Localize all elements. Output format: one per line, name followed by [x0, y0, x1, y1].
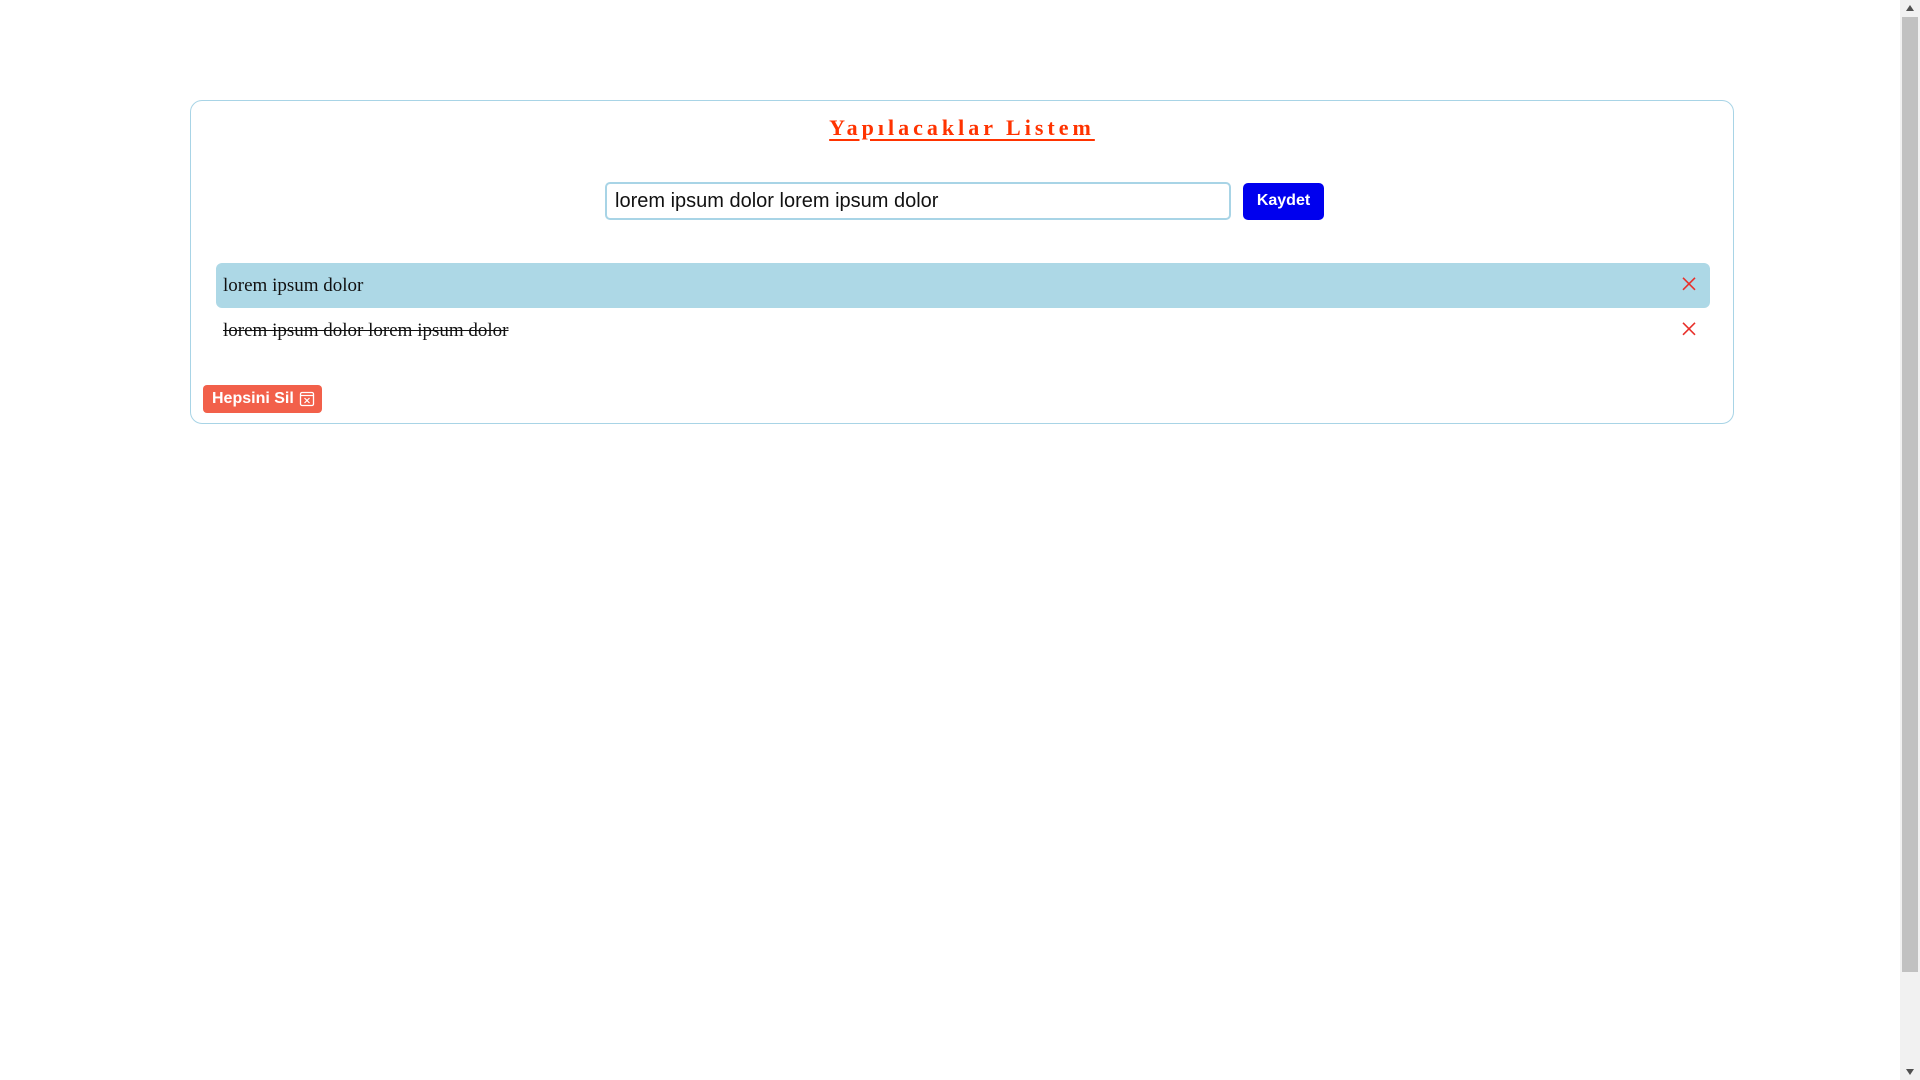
page-title: Yapılacaklar Listem	[829, 115, 1095, 140]
save-button[interactable]: Kaydet	[1243, 182, 1324, 220]
scrollbar-thumb[interactable]	[1902, 17, 1918, 972]
vertical-scrollbar[interactable]	[1900, 0, 1920, 1080]
task-text-completed: lorem ipsum dolor lorem ipsum dolor	[223, 319, 509, 341]
task-list: lorem ipsum dolor lorem ipsum dolor lore…	[216, 263, 1710, 353]
page: Yapılacaklar Listem Kaydet lorem ipsum d…	[0, 0, 1920, 1080]
task-text: lorem ipsum dolor	[223, 274, 364, 296]
close-icon[interactable]	[1678, 317, 1700, 339]
todo-card: Yapılacaklar Listem Kaydet lorem ipsum d…	[190, 100, 1734, 424]
clear-all-label: Hepsini Sil	[212, 390, 294, 407]
close-icon[interactable]	[1678, 272, 1700, 294]
add-task-form: Kaydet	[605, 182, 1324, 220]
trash-box-icon	[299, 391, 315, 407]
task-input[interactable]	[605, 182, 1231, 220]
list-item[interactable]: lorem ipsum dolor	[216, 263, 1710, 308]
list-item[interactable]: lorem ipsum dolor lorem ipsum dolor	[216, 308, 1710, 353]
scroll-down-arrow-icon[interactable]	[1900, 1064, 1920, 1080]
scroll-up-arrow-icon[interactable]	[1900, 0, 1920, 16]
clear-all-button[interactable]: Hepsini Sil	[203, 385, 322, 413]
